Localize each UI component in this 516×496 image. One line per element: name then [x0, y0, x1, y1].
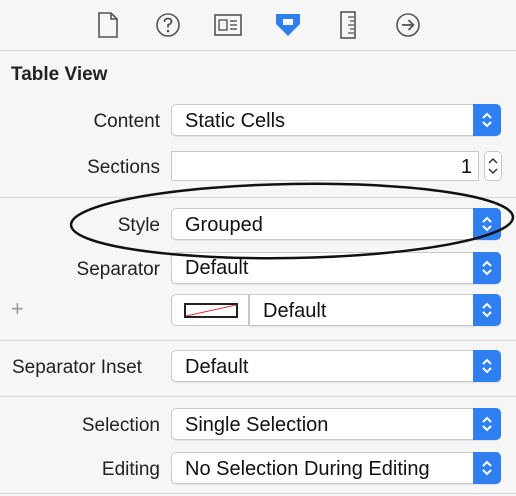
separator-color-value: Default — [263, 300, 327, 322]
inspector-toolbar — [0, 0, 516, 51]
identity-inspector-icon[interactable] — [213, 10, 243, 40]
separator-value: Default — [185, 257, 249, 279]
divider — [0, 396, 516, 397]
chevron-updown-icon — [473, 104, 501, 136]
divider — [0, 197, 516, 198]
sections-field[interactable]: 1 — [171, 151, 479, 181]
content-value: Static Cells — [185, 110, 286, 132]
separator-inset-popup[interactable]: Default — [171, 350, 501, 382]
separator-color-popup[interactable]: Default — [249, 294, 501, 326]
content-popup[interactable]: Static Cells — [171, 104, 501, 136]
style-value: Grouped — [185, 214, 263, 236]
separator-inset-value: Default — [185, 356, 249, 378]
connections-inspector-icon[interactable] — [393, 10, 423, 40]
file-inspector-icon[interactable] — [93, 10, 123, 40]
chevron-updown-icon — [473, 452, 501, 484]
style-popup[interactable]: Grouped — [171, 208, 501, 240]
divider — [0, 493, 516, 494]
section-title: Table View — [11, 64, 108, 85]
chevron-updown-icon — [473, 208, 501, 240]
sections-stepper[interactable] — [484, 151, 502, 181]
size-inspector-icon[interactable] — [333, 10, 363, 40]
selection-label: Selection — [81, 415, 160, 436]
content-label: Content — [93, 111, 160, 132]
sections-value: 1 — [460, 156, 472, 178]
chevron-updown-icon — [473, 294, 501, 326]
chevron-updown-icon — [473, 408, 501, 440]
color-swatch — [184, 303, 238, 318]
editing-value: No Selection During Editing — [185, 458, 430, 480]
style-label: Style — [117, 215, 160, 236]
chevron-updown-icon — [473, 252, 501, 284]
selection-value: Single Selection — [185, 414, 329, 436]
chevron-updown-icon — [473, 350, 501, 382]
sections-label: Sections — [87, 157, 160, 178]
attributes-inspector-icon[interactable] — [273, 10, 303, 40]
selection-popup[interactable]: Single Selection — [171, 408, 501, 440]
editing-popup[interactable]: No Selection During Editing — [171, 452, 501, 484]
divider — [0, 340, 516, 341]
separator-popup[interactable]: Default — [171, 252, 501, 284]
separator-label: Separator — [76, 259, 160, 280]
editing-label: Editing — [101, 459, 160, 480]
separator-color-well[interactable] — [171, 294, 249, 326]
add-icon[interactable]: + — [11, 296, 24, 322]
separator-inset-label: Separator Inset — [12, 357, 142, 378]
quick-help-icon[interactable] — [153, 10, 183, 40]
